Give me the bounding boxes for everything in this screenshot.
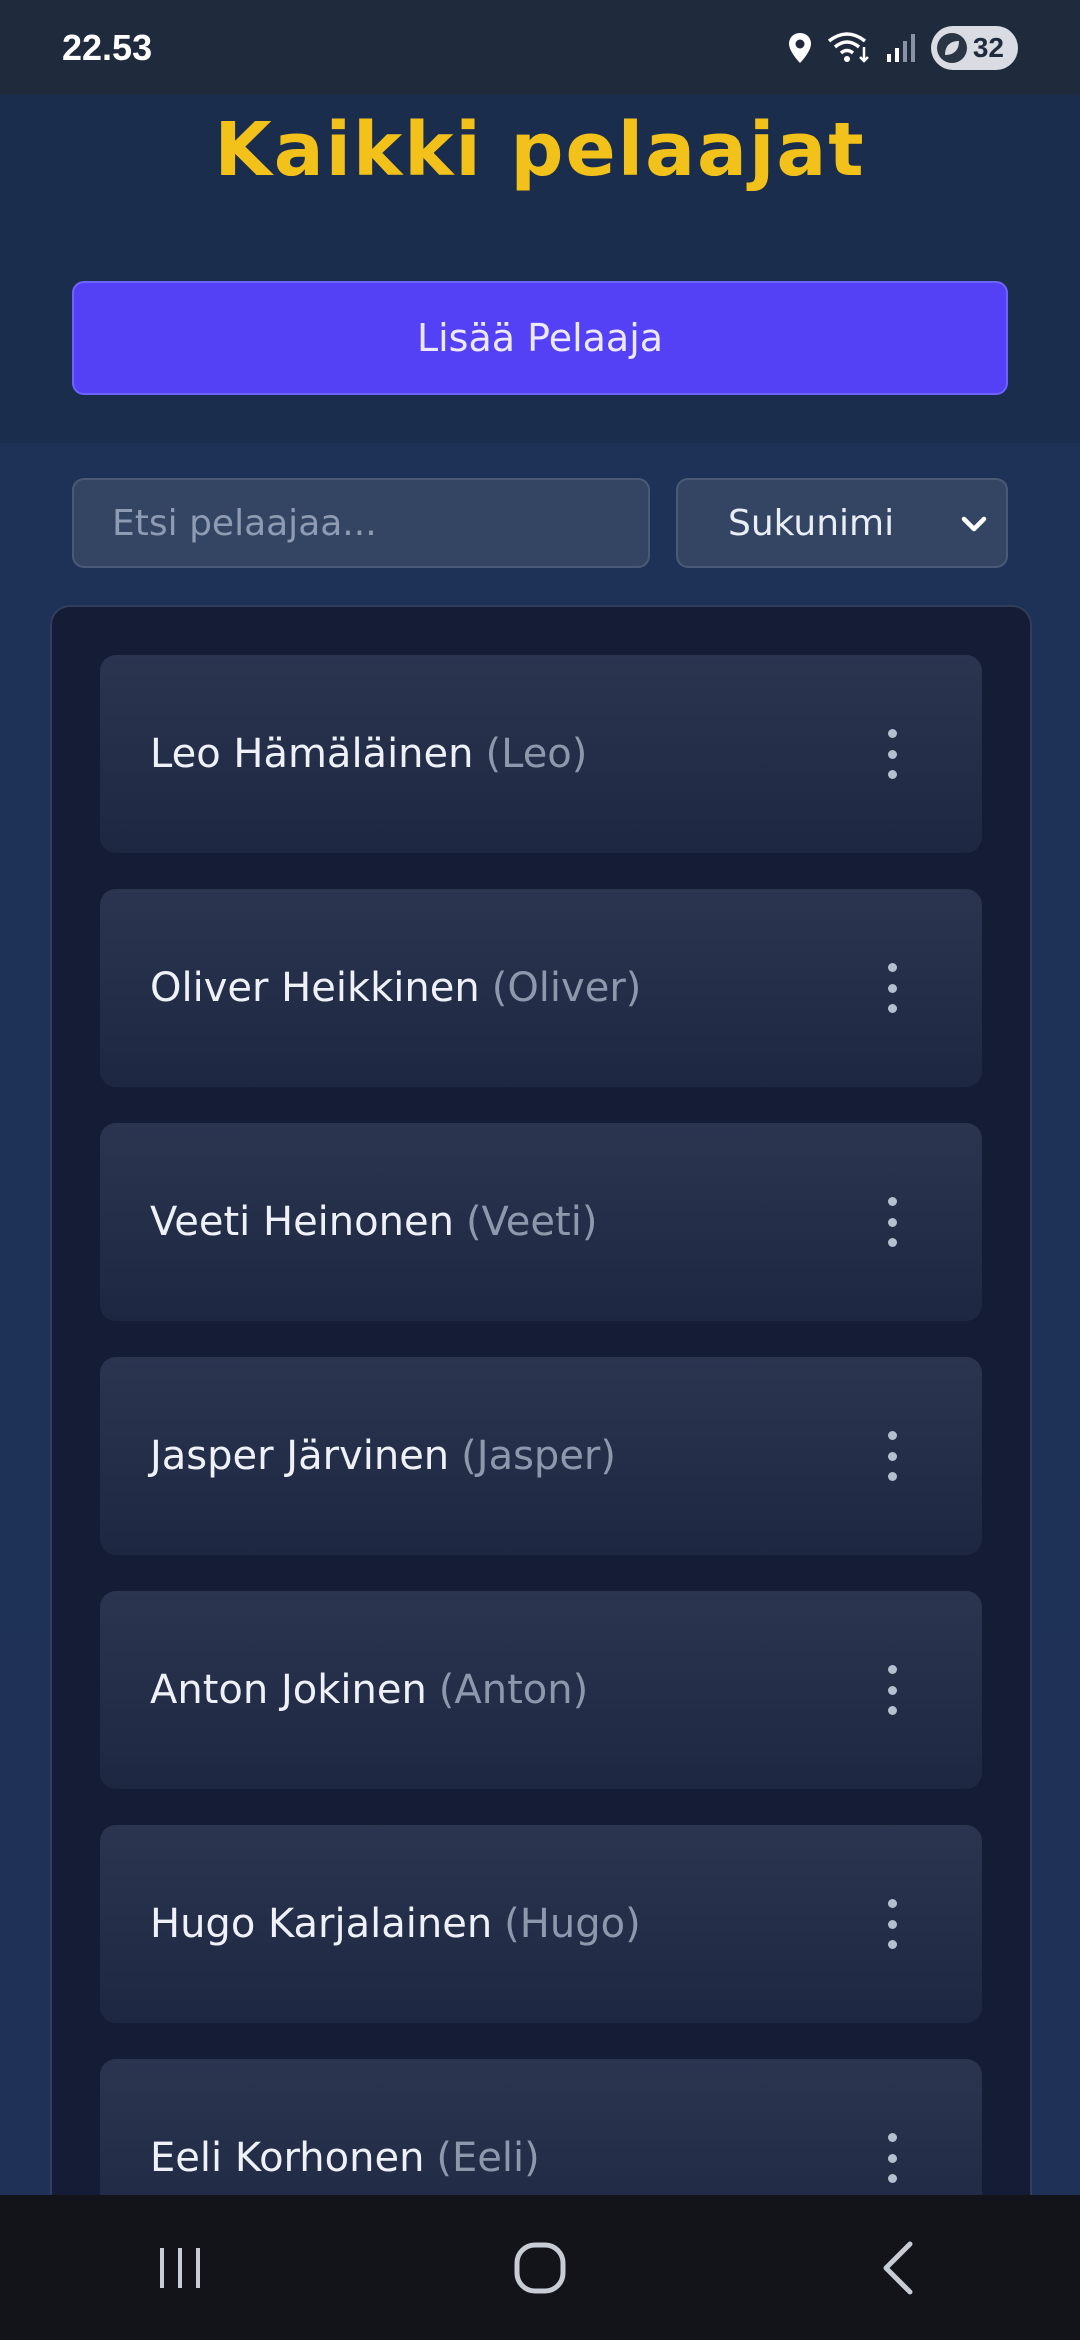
- location-icon: [787, 32, 813, 64]
- header: Kaikki pelaajat Lisää Pelaaja: [0, 95, 1080, 443]
- battery-level: 32: [972, 31, 1004, 63]
- player-nickname: (Leo): [485, 731, 588, 777]
- more-options-icon[interactable]: [882, 1431, 902, 1481]
- player-nickname: (Veeti): [465, 1199, 598, 1245]
- player-name: Hugo Karjalainen: [150, 1901, 493, 1947]
- player-card[interactable]: Leo Hämäläinen (Leo): [100, 655, 982, 853]
- more-options-icon[interactable]: [882, 1197, 902, 1247]
- page-title: Kaikki pelaajat: [214, 107, 866, 193]
- player-card[interactable]: Veeti Heinonen (Veeti): [100, 1123, 982, 1321]
- player-name: Leo Hämäläinen: [150, 731, 474, 777]
- wifi-icon: [827, 31, 871, 65]
- more-options-icon[interactable]: [882, 1665, 902, 1715]
- player-name: Eeli Korhonen: [150, 2135, 425, 2181]
- more-options-icon[interactable]: [882, 2133, 902, 2183]
- status-time: 22.53: [62, 26, 153, 68]
- player-list: Leo Hämäläinen (Leo) Oliver Heikkinen (O…: [50, 605, 1032, 2205]
- battery-indicator: 32: [930, 25, 1018, 70]
- status-icons: 32: [787, 25, 1018, 70]
- main-content: Etsi pelaajaa... Sukunimi Leo Hämäläinen…: [0, 443, 1080, 2205]
- player-card[interactable]: Jasper Järvinen (Jasper): [100, 1357, 982, 1555]
- player-name: Jasper Järvinen: [150, 1433, 450, 1479]
- chevron-down-icon: [956, 506, 992, 551]
- player-name: Anton Jokinen: [150, 1667, 427, 1713]
- add-player-button[interactable]: Lisää Pelaaja: [72, 281, 1008, 395]
- player-name: Oliver Heikkinen: [150, 965, 480, 1011]
- sort-select[interactable]: Sukunimi: [676, 478, 1008, 568]
- status-bar: 22.53 32: [0, 0, 1080, 95]
- more-options-icon[interactable]: [882, 729, 902, 779]
- more-options-icon[interactable]: [882, 1899, 902, 1949]
- search-input[interactable]: Etsi pelaajaa...: [72, 478, 650, 568]
- more-options-icon[interactable]: [882, 963, 902, 1013]
- battery-saver-icon: [936, 32, 967, 63]
- player-card[interactable]: Eeli Korhonen (Eeli): [100, 2059, 982, 2203]
- sort-select-value: Sukunimi: [728, 502, 895, 544]
- player-nickname: (Oliver): [491, 965, 642, 1011]
- player-card[interactable]: Anton Jokinen (Anton): [100, 1591, 982, 1789]
- player-nickname: (Jasper): [461, 1433, 616, 1479]
- player-name: Veeti Heinonen: [150, 1199, 454, 1245]
- home-icon[interactable]: [480, 2218, 600, 2318]
- player-nickname: (Eeli): [436, 2135, 540, 2181]
- player-nickname: (Anton): [438, 1667, 589, 1713]
- signal-icon: [885, 32, 917, 64]
- player-card[interactable]: Oliver Heikkinen (Oliver): [100, 889, 982, 1087]
- player-nickname: (Hugo): [504, 1901, 641, 1947]
- system-nav-bar: [0, 2195, 1080, 2340]
- back-icon[interactable]: [840, 2218, 960, 2318]
- player-card[interactable]: Hugo Karjalainen (Hugo): [100, 1825, 982, 2023]
- recent-apps-icon[interactable]: [120, 2218, 240, 2318]
